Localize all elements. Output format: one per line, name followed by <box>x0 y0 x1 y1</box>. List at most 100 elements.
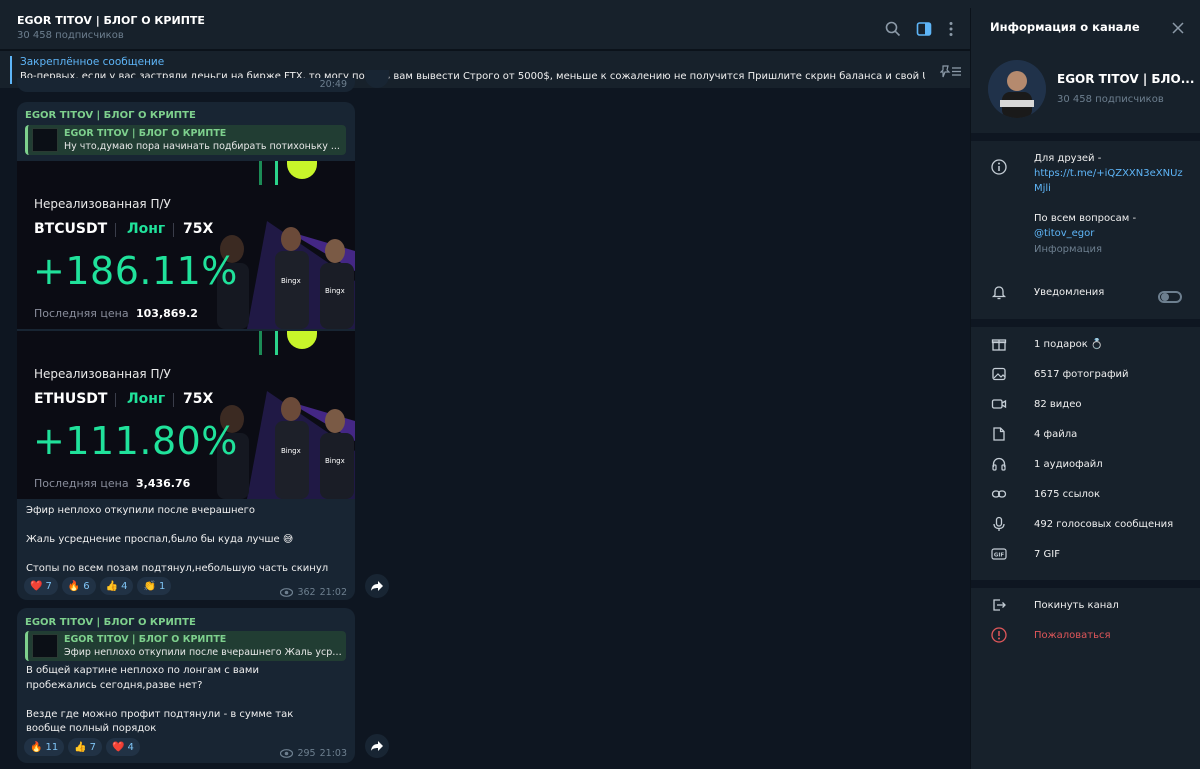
chat-area: EGOR TITOV | БЛОГ О КРИПТЕ 30 458 подпис… <box>0 8 970 769</box>
info-link[interactable]: https://t.me/+iQZXXN3eXNUz <box>1034 168 1183 179</box>
views-count: 295 <box>297 748 316 759</box>
info-label: Информация <box>1034 244 1103 255</box>
views-count: 362 <box>297 587 316 598</box>
section-divider <box>971 133 1200 141</box>
media-videos[interactable]: 82 видео <box>1034 399 1081 410</box>
trade-title: Нереализованная П/У <box>34 367 171 381</box>
report-button[interactable]: Пожаловаться <box>1034 630 1111 641</box>
media-gifs[interactable]: 7 GIF <box>1034 549 1060 560</box>
reaction-fire[interactable]: 🔥 11 <box>24 738 65 756</box>
media-links[interactable]: 1675 ссылок <box>1034 489 1100 500</box>
trade-direction: Лонг <box>127 391 166 407</box>
previous-message-time: 20:49 <box>319 79 347 90</box>
search-icon[interactable] <box>884 20 902 38</box>
reaction-heart[interactable]: ❤️ 4 <box>106 738 140 756</box>
trade-price-label: Последняя цена <box>34 477 129 490</box>
pinned-label: Закреплённое сообщение <box>20 56 165 68</box>
trade-leverage: 75X <box>183 221 214 237</box>
channel-name: EGOR TITOV | БЛО... <box>1057 72 1195 86</box>
trade-price: 103,869.2 <box>136 307 198 320</box>
reply-quote[interactable]: EGOR TITOV | БЛОГ О КРИПТЕ Ну что,думаю … <box>25 125 346 155</box>
reply-text: Ну что,думаю пора начинать подбирать пот… <box>64 141 340 152</box>
more-menu-icon[interactable] <box>942 20 960 38</box>
trade-card-image[interactable]: Bingx Bingx Нереализованная П/У BTCUSDT … <box>17 161 355 329</box>
leave-icon <box>993 599 1006 611</box>
media-gifts[interactable]: 1 подарок 💍 <box>1034 339 1103 350</box>
reaction-fire[interactable]: 🔥 6 <box>61 577 96 595</box>
previous-message[interactable]: 20:49 <box>17 78 355 92</box>
media-photos[interactable]: 6517 фотографий <box>1034 369 1129 380</box>
link-icon <box>991 490 1007 498</box>
reactions: ❤️ 7 🔥 6 👍 4 👏 1 <box>24 577 172 595</box>
bell-icon <box>991 286 1007 300</box>
reply-author: EGOR TITOV | БЛОГ О КРИПТЕ <box>64 634 227 645</box>
reaction-thumbs-up[interactable]: 👍 7 <box>68 738 103 756</box>
message[interactable]: EGOR TITOV | БЛОГ О КРИПТЕ EGOR TITOV | … <box>17 102 355 600</box>
media-files[interactable]: 4 файла <box>1034 429 1077 440</box>
leave-channel-button[interactable]: Покинуть канал <box>1034 600 1119 611</box>
reply-quote[interactable]: EGOR TITOV | БЛОГ О КРИПТЕ Эфир неплохо … <box>25 631 346 661</box>
trade-title: Нереализованная П/У <box>34 197 171 211</box>
views-eye-icon <box>280 749 294 758</box>
svg-text:Bingx: Bingx <box>281 277 301 285</box>
chat-header[interactable]: EGOR TITOV | БЛОГ О КРИПТЕ 30 458 подпис… <box>0 8 970 50</box>
reactions: 🔥 11 👍 7 ❤️ 4 <box>24 738 140 756</box>
gift-icon <box>991 339 1007 351</box>
section-divider <box>971 580 1200 588</box>
avatar-image <box>988 60 1046 118</box>
trade-price: 3,436.76 <box>136 477 191 490</box>
svg-text:Bingx: Bingx <box>325 457 345 465</box>
sidebar-toggle-icon[interactable] <box>915 20 933 38</box>
file-icon <box>993 427 1005 441</box>
reply-text: Эфир неплохо откупили после вчерашнего Ж… <box>64 647 344 658</box>
trade-card-image[interactable]: Bingx Bingx Нереализованная П/У ETHUSDT … <box>17 331 355 499</box>
video-icon <box>991 399 1007 409</box>
avatar[interactable] <box>988 60 1046 118</box>
message[interactable]: EGOR TITOV | БЛОГ О КРИПТЕ EGOR TITOV | … <box>17 608 355 763</box>
report-icon <box>991 627 1007 643</box>
share-button[interactable] <box>365 734 389 758</box>
media-voice[interactable]: 492 голосовых сообщения <box>1034 519 1173 530</box>
share-arrow-icon <box>371 741 383 751</box>
info-icon <box>991 159 1007 175</box>
chat-title[interactable]: EGOR TITOV | БЛОГ О КРИПТЕ <box>17 14 205 27</box>
reaction-heart[interactable]: ❤️ 7 <box>24 577 58 595</box>
message-author[interactable]: EGOR TITOV | БЛОГ О КРИПТЕ <box>25 617 196 628</box>
message-time: 21:03 <box>319 748 347 759</box>
panel-title: Информация о канале <box>990 20 1140 34</box>
window-top-strip <box>0 0 1200 8</box>
previous-message-meta: 20:49 <box>320 79 347 90</box>
trade-pnl: +186.11% <box>33 249 238 293</box>
decor-ball <box>287 161 317 179</box>
svg-text:GIF: GIF <box>994 553 1005 559</box>
reply-thumbnail <box>32 634 58 658</box>
trade-direction: Лонг <box>127 221 166 237</box>
message-meta: 362 21:02 <box>280 587 347 598</box>
reaction-clap[interactable]: 👏 1 <box>137 577 172 595</box>
message-time: 21:02 <box>319 587 347 598</box>
pin-list-icon[interactable] <box>940 63 962 79</box>
svg-text:Bingx: Bingx <box>281 447 301 455</box>
info-link-continued[interactable]: Mjli <box>1034 183 1051 194</box>
notifications-label[interactable]: Уведомления <box>1034 287 1104 298</box>
reaction-thumbs-up[interactable]: 👍 4 <box>99 577 134 595</box>
pinned-bar <box>10 56 12 84</box>
message-author[interactable]: EGOR TITOV | БЛОГ О КРИПТЕ <box>25 110 196 121</box>
media-audio[interactable]: 1 аудиофайл <box>1034 459 1103 470</box>
photo-icon <box>992 367 1006 381</box>
share-arrow-icon <box>371 581 383 591</box>
channel-info-panel: Информация о канале EGOR TITOV | БЛО... … <box>970 8 1200 769</box>
message-text: В общей картине неплохо по лонгам с вами… <box>26 665 294 734</box>
section-divider <box>971 319 1200 327</box>
trade-pair: ETHUSDT <box>34 391 108 407</box>
info-line-2: По всем вопросам - <box>1034 213 1137 224</box>
close-icon[interactable] <box>1171 21 1185 35</box>
share-button[interactable] <box>365 574 389 598</box>
decor-ball <box>287 331 317 349</box>
reply-author: EGOR TITOV | БЛОГ О КРИПТЕ <box>64 128 227 139</box>
info-handle[interactable]: @titov_egor <box>1034 228 1094 239</box>
channel-subscribers: 30 458 подписчиков <box>1057 94 1164 105</box>
microphone-icon <box>993 516 1005 531</box>
notifications-toggle[interactable] <box>1158 291 1182 303</box>
svg-text:Bingx: Bingx <box>325 287 345 295</box>
